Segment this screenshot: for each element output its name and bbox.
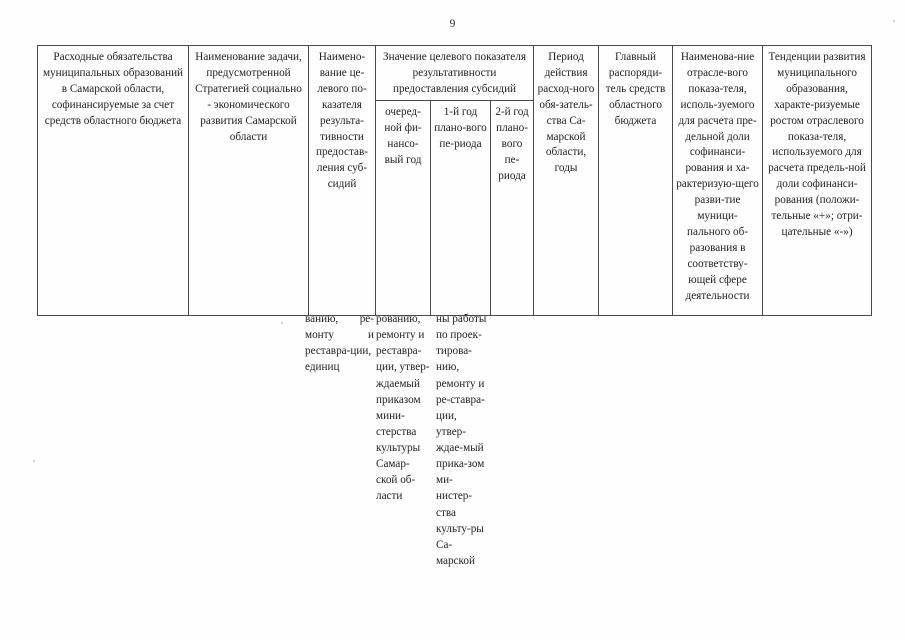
table-header-row-group: Расходные обязательства муниципальных об… [37,45,873,316]
scan-artifact [281,322,283,324]
column-header-first-planning-year: 1-й год плано-вого пе-риода [430,100,491,316]
scan-artifact [893,20,895,22]
column-header-target-indicator-name: Наимено-вание це-левого по-казателя резу… [308,45,376,316]
column-header-current-fiscal-year: очеред-ной фи-нансо-вый год [375,100,431,316]
column-header-group-indicator-value: Значение целевого показателя результатив… [374,45,535,101]
column-header-second-planning-year: 2-й год плано-вого пе-риода [489,100,535,316]
column-header-sector-indicator-name: Наименова-ние отрасле-вого показа-теля, … [672,45,764,316]
column-header-chief-administrator: Главный распоряди-тель средств областног… [598,45,674,316]
scan-artifact [33,460,35,462]
column-header-development-trends: Тенденции развития муниципального образо… [762,45,873,316]
column-header-strategy-task: Наименование задачи, предусмотренной Стр… [188,45,309,316]
continuation-text-block: ванию, ре-монту и реставра-ции, единиц р… [37,311,871,611]
column-header-obligation-period: Период действия расход-ного обя-затель-с… [533,45,600,316]
continuation-cell-current-fiscal-year: рованию, ремонту и реставра-ции, утвер-ж… [376,313,430,503]
subsidy-criteria-table: Расходные обязательства муниципальных об… [37,45,873,316]
column-header-expenditure-obligations: Расходные обязательства муниципальных об… [37,45,189,316]
continuation-cell-first-planning-year: ны работы по проек-тирова-нию, ремонту и… [436,313,487,567]
document-page: 9 Расходные обязательства муниципальных … [0,0,905,640]
continuation-cell-target-indicator-name: ванию, ре-монту и реставра-ции, единиц [305,313,374,374]
page-number: 9 [449,18,456,30]
subsidy-criteria-table-wrapper: Расходные обязательства муниципальных об… [37,45,873,316]
